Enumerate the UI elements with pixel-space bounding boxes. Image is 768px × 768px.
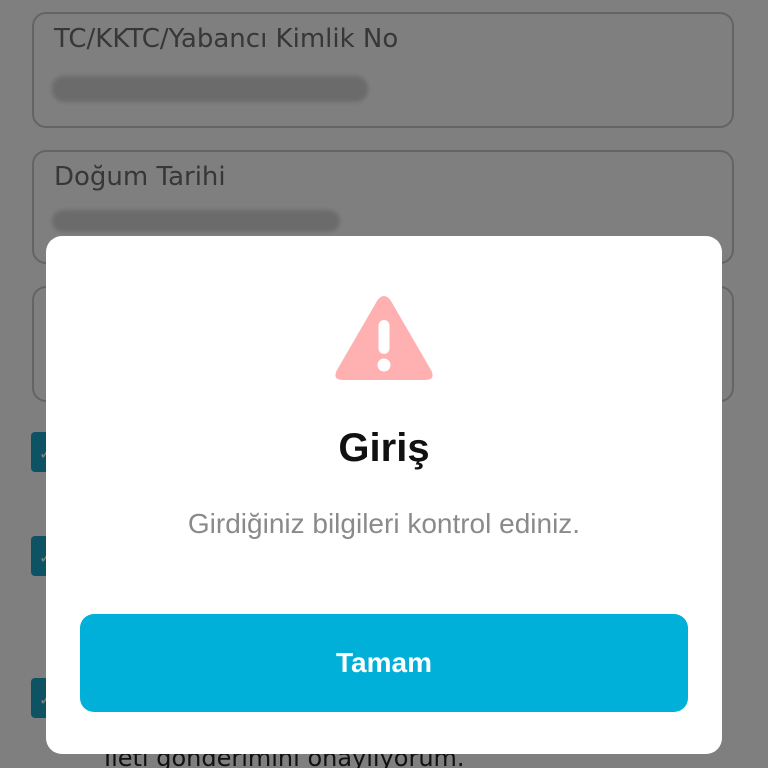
warning-triangle-icon: [335, 296, 433, 380]
ok-button[interactable]: Tamam: [80, 614, 688, 712]
dialog-title: Giriş: [338, 426, 430, 470]
dialog-message: Girdiğiniz bilgileri kontrol ediniz.: [187, 508, 581, 539]
alert-dialog: Giriş Girdiğiniz bilgileri kontrol edini…: [46, 236, 722, 754]
